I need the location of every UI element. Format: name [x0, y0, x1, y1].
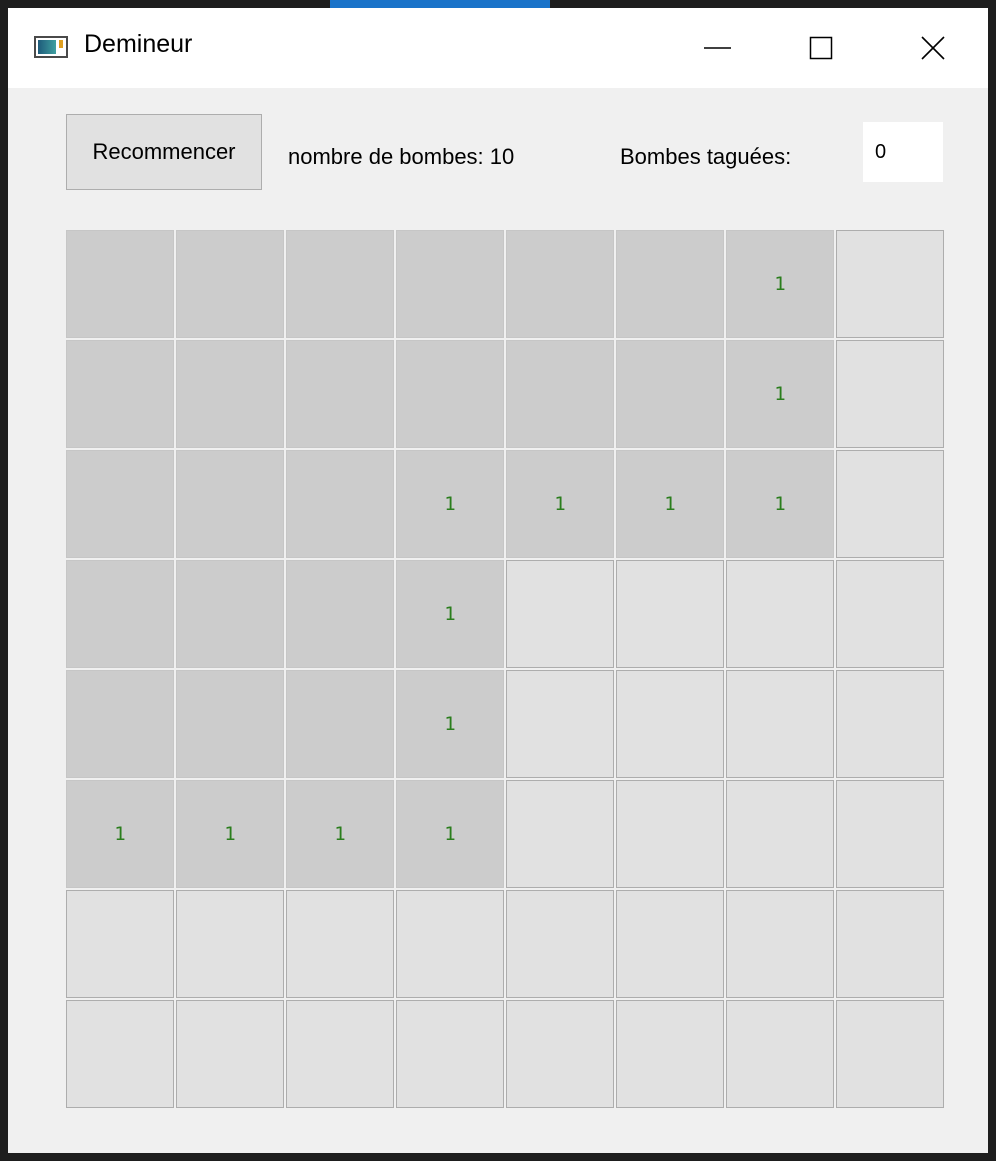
- hidden-cell[interactable]: [836, 780, 944, 888]
- hidden-cell[interactable]: [836, 560, 944, 668]
- title-bar[interactable]: Demineur: [8, 8, 988, 88]
- maximize-icon: [809, 36, 833, 60]
- revealed-cell: [506, 340, 614, 448]
- hidden-cell[interactable]: [506, 670, 614, 778]
- close-button[interactable]: [878, 8, 988, 88]
- cell-number: 1: [444, 603, 456, 625]
- hidden-cell[interactable]: [616, 1000, 724, 1108]
- revealed-cell: [396, 230, 504, 338]
- maximize-button[interactable]: [768, 8, 878, 88]
- revealed-cell: [616, 230, 724, 338]
- cell-number: 1: [224, 823, 236, 845]
- revealed-cell: 1: [396, 450, 504, 558]
- hidden-cell[interactable]: [726, 560, 834, 668]
- revealed-cell: [176, 230, 284, 338]
- minesweeper-window: Demineur Recommencer nombre de bombes: 1…: [8, 8, 988, 1153]
- cell-number: 1: [114, 823, 126, 845]
- revealed-cell: [66, 450, 174, 558]
- revealed-cell: 1: [726, 340, 834, 448]
- hidden-cell[interactable]: [726, 670, 834, 778]
- revealed-cell: [66, 230, 174, 338]
- hidden-cell[interactable]: [836, 230, 944, 338]
- revealed-cell: [66, 560, 174, 668]
- window-title: Demineur: [84, 30, 193, 58]
- revealed-cell: [66, 340, 174, 448]
- revealed-cell: [286, 560, 394, 668]
- cell-number: 1: [444, 823, 456, 845]
- hidden-cell[interactable]: [836, 890, 944, 998]
- cell-number: 1: [774, 493, 786, 515]
- app-window-icon: [34, 36, 68, 58]
- revealed-cell: [286, 670, 394, 778]
- cell-number: 1: [334, 823, 346, 845]
- revealed-cell: [616, 340, 724, 448]
- hidden-cell[interactable]: [506, 560, 614, 668]
- hidden-cell[interactable]: [616, 890, 724, 998]
- hidden-cell[interactable]: [176, 890, 284, 998]
- hidden-cell[interactable]: [726, 890, 834, 998]
- hidden-cell[interactable]: [66, 890, 174, 998]
- cell-number: 1: [444, 493, 456, 515]
- revealed-cell: [286, 340, 394, 448]
- revealed-cell: 1: [286, 780, 394, 888]
- hidden-cell[interactable]: [506, 890, 614, 998]
- revealed-cell: [176, 340, 284, 448]
- revealed-cell: 1: [506, 450, 614, 558]
- game-content: Recommencer nombre de bombes: 10 Bombes …: [8, 88, 988, 1153]
- tagged-bombs-label: Bombes taguées:: [620, 144, 792, 169]
- bomb-count-label: nombre de bombes: 10: [288, 144, 515, 169]
- hidden-cell[interactable]: [176, 1000, 284, 1108]
- cell-number: 1: [554, 493, 566, 515]
- hidden-cell[interactable]: [396, 1000, 504, 1108]
- minefield-grid: 1 1 1 1 1 1 1 1 1 1 1 1: [66, 230, 944, 1110]
- hidden-cell[interactable]: [726, 1000, 834, 1108]
- revealed-cell: 1: [616, 450, 724, 558]
- hidden-cell[interactable]: [66, 1000, 174, 1108]
- cell-number: 1: [774, 273, 786, 295]
- hidden-cell[interactable]: [286, 1000, 394, 1108]
- hidden-cell[interactable]: [836, 670, 944, 778]
- restart-button[interactable]: Recommencer: [66, 114, 262, 190]
- revealed-cell: [176, 450, 284, 558]
- cell-number: 1: [444, 713, 456, 735]
- cell-number: 1: [774, 383, 786, 405]
- hidden-cell[interactable]: [396, 890, 504, 998]
- revealed-cell: 1: [396, 670, 504, 778]
- revealed-cell: [176, 670, 284, 778]
- revealed-cell: 1: [396, 780, 504, 888]
- revealed-cell: [286, 230, 394, 338]
- hidden-cell[interactable]: [506, 1000, 614, 1108]
- hidden-cell[interactable]: [616, 670, 724, 778]
- hidden-cell[interactable]: [726, 780, 834, 888]
- tagged-bombs-field[interactable]: 0: [863, 122, 943, 182]
- hidden-cell[interactable]: [616, 560, 724, 668]
- hidden-cell[interactable]: [836, 1000, 944, 1108]
- revealed-cell: [396, 340, 504, 448]
- cell-number: 1: [664, 493, 676, 515]
- minimize-button[interactable]: [658, 8, 768, 88]
- revealed-cell: 1: [176, 780, 284, 888]
- revealed-cell: 1: [396, 560, 504, 668]
- revealed-cell: [506, 230, 614, 338]
- close-icon: [921, 36, 945, 60]
- revealed-cell: [66, 670, 174, 778]
- revealed-cell: [176, 560, 284, 668]
- revealed-cell: 1: [726, 230, 834, 338]
- hidden-cell[interactable]: [616, 780, 724, 888]
- hidden-cell[interactable]: [836, 340, 944, 448]
- minimize-icon: [704, 47, 731, 49]
- revealed-cell: 1: [66, 780, 174, 888]
- revealed-cell: [286, 450, 394, 558]
- revealed-cell: 1: [726, 450, 834, 558]
- hidden-cell[interactable]: [506, 780, 614, 888]
- screen-background: Demineur Recommencer nombre de bombes: 1…: [0, 0, 996, 1161]
- hidden-cell[interactable]: [286, 890, 394, 998]
- background-window-edge: [330, 0, 550, 8]
- hidden-cell[interactable]: [836, 450, 944, 558]
